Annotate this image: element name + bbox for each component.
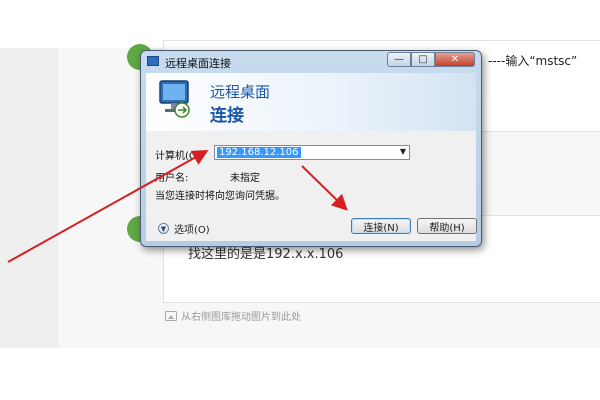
maximize-button[interactable]: □	[411, 52, 435, 67]
step-note-mstsc: ----输入“mstsc”	[488, 54, 578, 68]
credential-prompt-text: 当您连接时将向您询问凭据。	[155, 191, 285, 202]
header-title-line2: 连接	[210, 106, 244, 126]
computer-address-value[interactable]: 192.168.12.106	[217, 147, 301, 158]
drop-hint-text: 从右侧图库拖动图片到此处	[181, 312, 301, 323]
username-value: 未指定	[230, 173, 260, 184]
connect-button[interactable]: 连接(N)	[351, 218, 411, 234]
left-margin	[0, 48, 58, 348]
header-title-line1: 远程桌面	[210, 83, 271, 101]
dialog-title: 远程桌面连接	[165, 57, 231, 70]
image-icon	[165, 310, 177, 321]
maximize-icon: □	[418, 54, 428, 65]
options-toggle[interactable]: ▼ 选项(O)	[158, 221, 210, 236]
image-drop-hint[interactable]: 从右侧图库拖动图片到此处	[165, 308, 301, 323]
expand-options-icon[interactable]: ▼	[158, 223, 169, 234]
remote-desktop-dialog: 远程桌面连接 — □ ✕ 远程桌面 连接 计算机(C): 192.168.12.…	[140, 50, 482, 247]
dialog-titlebar[interactable]: 远程桌面连接 — □ ✕	[141, 51, 481, 73]
computer-combobox[interactable]: 192.168.12.106 ▼	[214, 145, 410, 160]
username-label: 用户名:	[155, 173, 189, 184]
close-icon: ✕	[450, 54, 460, 65]
close-button[interactable]: ✕	[435, 52, 475, 67]
window-controls: — □ ✕	[387, 52, 475, 67]
dialog-body: 计算机(C): 192.168.12.106 ▼ 用户名: 未指定 当您连接时将…	[146, 131, 477, 241]
minimize-button[interactable]: —	[387, 52, 411, 67]
dropdown-arrow-icon[interactable]: ▼	[400, 147, 406, 156]
rdp-window-icon	[147, 56, 159, 66]
minimize-icon: —	[394, 54, 404, 65]
options-label[interactable]: 选项(O)	[174, 221, 210, 236]
dialog-header-banner: 远程桌面 连接	[146, 73, 476, 132]
remote-desktop-monitor-icon	[159, 80, 190, 118]
help-button[interactable]: 帮助(H)	[417, 218, 477, 234]
computer-label: 计算机(C):	[155, 151, 204, 162]
